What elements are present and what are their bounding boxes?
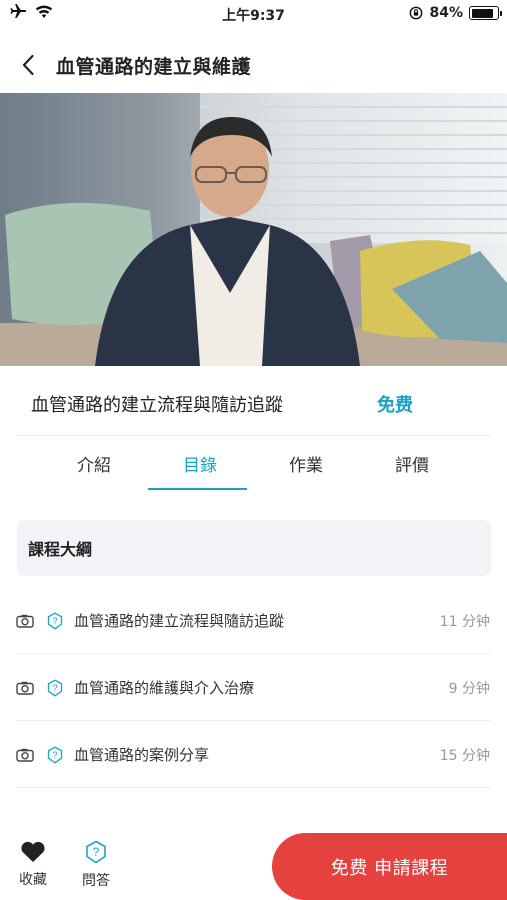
apply-course-button[interactable]: 免费 申請課程 (272, 833, 507, 900)
svg-text:?: ? (52, 616, 57, 626)
divider (16, 435, 491, 436)
tab-catalog[interactable]: 目錄 (147, 440, 253, 486)
question-icon: ? (47, 745, 63, 764)
camera-icon (16, 747, 36, 763)
back-button[interactable] (0, 40, 56, 90)
orientation-lock-icon (410, 6, 423, 20)
question-icon: ? (86, 840, 106, 864)
status-right: 84% (409, 5, 502, 21)
svg-text:?: ? (93, 845, 100, 859)
lesson-duration: 15 分钟 (439, 747, 490, 764)
tab-intro[interactable]: 介紹 (41, 440, 147, 486)
chevron-left-icon (22, 54, 34, 76)
lesson-item-1[interactable]: ? 血管通路的建立流程與隨訪追蹤 11 分钟 (16, 588, 491, 654)
course-info: 血管通路的建立流程與隨訪追蹤 免费 (0, 376, 507, 432)
lesson-item-3[interactable]: ? 血管通路的案例分享 15 分钟 (16, 722, 491, 788)
camera-icon (16, 680, 36, 696)
outline-header: 課程大綱 (17, 520, 491, 576)
tab-active-indicator (148, 488, 247, 490)
status-bar: 上午9:37 84% (0, 0, 507, 28)
lesson-title: 血管通路的維護與介入治療 (74, 679, 255, 697)
course-title: 血管通路的建立流程與隨訪追蹤 (31, 395, 283, 416)
question-icon: ? (47, 611, 63, 630)
lesson-title: 血管通路的建立流程與隨訪追蹤 (74, 612, 285, 630)
video-thumbnail (0, 93, 507, 366)
video-player[interactable] (0, 93, 507, 366)
qa-label: 問答 (82, 873, 110, 889)
lesson-item-2[interactable]: ? 血管通路的維護與介入治療 9 分钟 (16, 655, 491, 721)
qa-button[interactable]: ? 問答 (77, 840, 115, 890)
svg-text:?: ? (52, 750, 57, 760)
tab-reviews[interactable]: 評價 (359, 440, 465, 486)
favorite-label: 收藏 (19, 872, 47, 888)
favorite-button[interactable]: 收藏 (14, 841, 52, 889)
battery-icon (469, 6, 502, 20)
battery-fill (471, 8, 493, 18)
nav-header: 血管通路的建立與維護 (0, 40, 507, 90)
lesson-duration: 11 分钟 (439, 613, 490, 630)
heart-icon (21, 841, 45, 862)
page-title: 血管通路的建立與維護 (56, 55, 252, 78)
camera-icon (16, 613, 36, 629)
tab-bar: 介紹 目錄 作業 評價 (41, 440, 481, 492)
svg-text:?: ? (52, 683, 57, 693)
battery-percent: 84% (429, 5, 463, 21)
course-price: 免费 (377, 395, 413, 416)
lesson-title: 血管通路的案例分享 (74, 746, 210, 764)
tab-homework[interactable]: 作業 (253, 440, 359, 486)
question-icon: ? (47, 678, 63, 697)
lesson-duration: 9 分钟 (448, 680, 490, 697)
